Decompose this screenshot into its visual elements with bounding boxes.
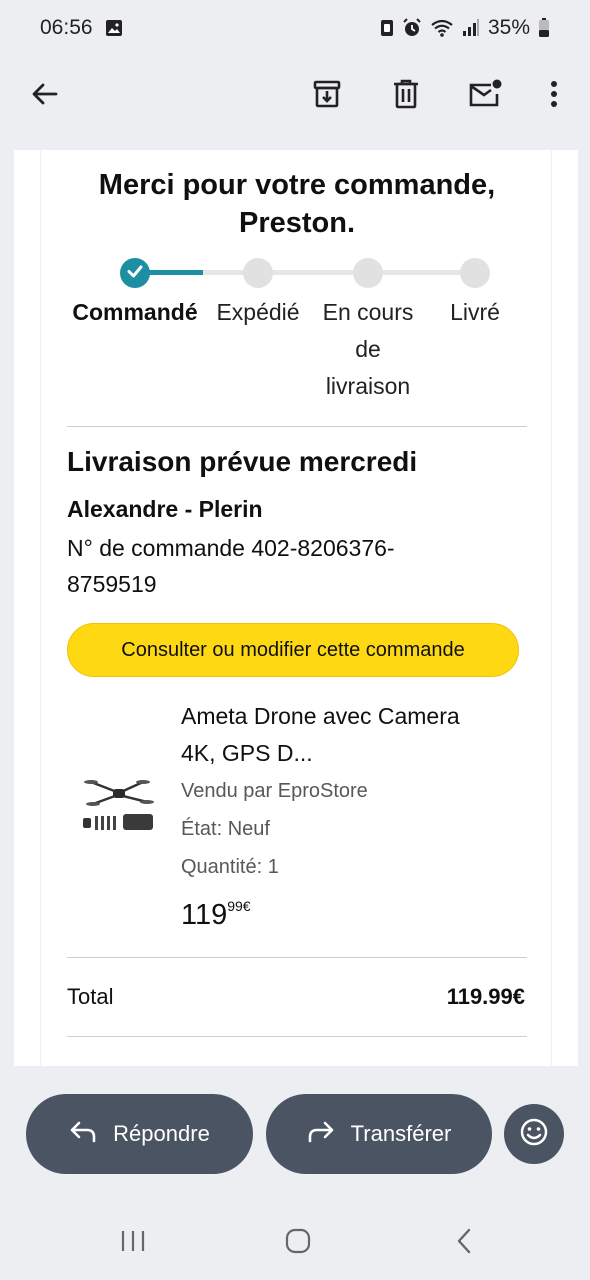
product-image[interactable] xyxy=(81,772,157,848)
more-options-button[interactable] xyxy=(534,76,574,116)
nfc-icon xyxy=(380,19,394,37)
step-dot-delivered xyxy=(460,258,490,288)
order-number-line-1: N° de commande 402-8206376- xyxy=(67,535,395,561)
product-title-link[interactable]: Ameta Drone avec Camera 4K, GPS D... xyxy=(181,698,521,772)
forward-label: Transférer xyxy=(350,1121,452,1146)
status-right: 35% xyxy=(380,16,550,40)
step-label-line: En cours xyxy=(322,299,414,325)
step-label-line: Livré xyxy=(450,299,500,325)
gallery-icon xyxy=(105,19,123,37)
email-toolbar xyxy=(0,62,590,132)
order-confirmation-card: Merci pour votre commande, Preston. Comm… xyxy=(40,150,552,1066)
product-seller: Vendu par EproStore xyxy=(181,780,368,802)
signal-icon xyxy=(462,19,480,37)
delete-button[interactable] xyxy=(386,76,426,116)
back-arrow-icon xyxy=(30,79,60,114)
battery-icon xyxy=(538,18,550,38)
thanks-line-2: Preston. xyxy=(238,207,356,239)
reply-label: Répondre xyxy=(113,1121,210,1146)
thanks-heading: Merci pour votre commande, Preston. xyxy=(41,166,553,242)
archive-button[interactable] xyxy=(307,76,347,116)
price-fraction: 99€ xyxy=(227,898,251,914)
forward-button[interactable]: Transférer xyxy=(266,1094,492,1174)
divider xyxy=(67,1036,527,1037)
product-quantity: Quantité: 1 xyxy=(181,856,279,878)
view-modify-order-button[interactable]: Consulter ou modifier cette commande xyxy=(67,623,519,677)
status-left: 06:56 xyxy=(40,16,123,40)
recents-button[interactable] xyxy=(113,1226,153,1260)
step-dot-ordered xyxy=(120,258,150,288)
back-button[interactable] xyxy=(25,76,65,116)
back-nav-button[interactable] xyxy=(444,1226,484,1260)
step-label-ordered: Commandé xyxy=(61,294,209,331)
home-button[interactable] xyxy=(278,1226,318,1260)
emoji-icon xyxy=(519,1117,549,1152)
step-dot-shipped xyxy=(243,258,273,288)
status-time: 06:56 xyxy=(40,16,93,39)
delivery-date-heading: Livraison prévue mercredi xyxy=(67,446,418,477)
order-number-line-2: 8759519 xyxy=(67,571,157,597)
product-price: 11999€ xyxy=(181,898,251,932)
step-label-line: Commandé xyxy=(72,299,198,325)
checkmark-icon xyxy=(126,262,144,285)
home-icon xyxy=(284,1227,312,1260)
thanks-line-1: Merci pour votre commande, xyxy=(98,169,496,201)
order-number: N° de commande 402-8206376- 8759519 xyxy=(67,530,487,602)
order-progress-tracker xyxy=(41,258,553,288)
step-label-line: de xyxy=(355,336,381,362)
total-label: Total xyxy=(67,984,114,1009)
reply-button[interactable]: Répondre xyxy=(26,1094,253,1174)
status-bar: 06:56 35% xyxy=(0,0,590,56)
product-condition: État: Neuf xyxy=(181,818,270,840)
step-label-out-for-delivery: En cours de livraison xyxy=(312,294,424,405)
mark-unread-button[interactable] xyxy=(465,76,505,116)
archive-icon xyxy=(311,78,343,115)
alarm-icon xyxy=(402,18,422,38)
step-label-line: livraison xyxy=(325,373,411,399)
more-vert-icon xyxy=(549,79,559,114)
product-title-line-2: 4K, GPS D... xyxy=(181,740,313,766)
system-navigation-bar xyxy=(0,1212,590,1272)
reply-icon xyxy=(69,1119,97,1149)
divider xyxy=(67,957,527,958)
step-label-shipped: Expédié xyxy=(207,294,309,331)
delete-icon xyxy=(391,78,421,115)
battery-percentage: 35% xyxy=(487,16,530,39)
wifi-icon xyxy=(430,18,454,38)
back-chevron-icon xyxy=(454,1227,474,1260)
emoji-reaction-button[interactable] xyxy=(504,1104,564,1164)
step-dot-out-for-delivery xyxy=(353,258,383,288)
step-label-line: Expédié xyxy=(216,299,300,325)
divider xyxy=(67,426,527,427)
product-title-line-1: Ameta Drone avec Camera xyxy=(181,703,460,729)
email-body: Merci pour votre commande, Preston. Comm… xyxy=(14,150,578,1066)
total-value: 119.99€ xyxy=(446,984,525,1009)
forward-icon xyxy=(307,1119,335,1149)
shipping-address: Alexandre - Plerin xyxy=(67,496,263,522)
price-whole: 119 xyxy=(181,899,228,931)
step-label-delivered: Livré xyxy=(437,294,513,331)
mark-unread-icon xyxy=(467,78,503,115)
recents-icon xyxy=(119,1229,147,1258)
